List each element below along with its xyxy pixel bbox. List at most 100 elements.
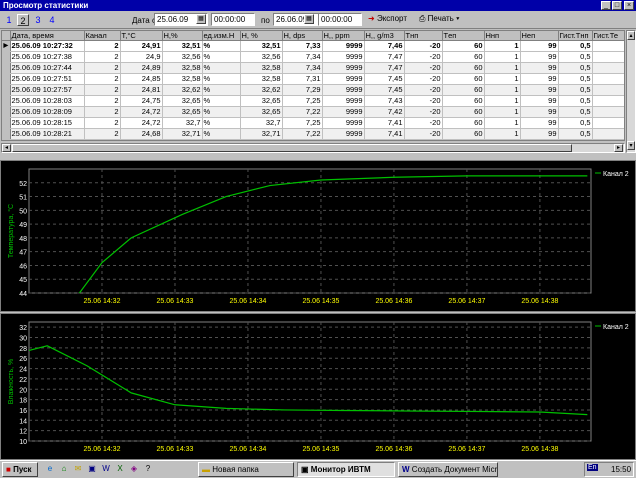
humidity-chart: 10 12 14 16 18 20 22 24 26 28 30 32 25.06 14:32 25.06… (0, 313, 636, 460)
table-cell: 9999 (322, 40, 365, 52)
column-header[interactable]: T,°C (120, 31, 163, 41)
row-indicator[interactable]: ▶ (2, 40, 11, 52)
row-indicator[interactable] (2, 106, 11, 118)
table-cell: 32,51 (240, 40, 283, 52)
table-cell: 7,47 (364, 62, 405, 74)
task-new-folder[interactable]: ▬ Новая папка (198, 462, 294, 477)
column-header[interactable]: H, dps (282, 31, 323, 41)
table-cell: 32,56 (162, 51, 203, 63)
x-tick-label: 25.06 14:33 (156, 298, 193, 305)
table-cell: 7,47 (364, 51, 405, 63)
table-row[interactable]: 25.06.09 10:28:21 2 24,68 32,71% 32,71 7,22 99… (2, 128, 624, 140)
calendar-icon[interactable]: ▦ (196, 14, 206, 24)
scroll-right-icon[interactable]: ▸ (614, 144, 623, 152)
task-label: Создать Документ Micros... (411, 465, 498, 474)
table-cell: % (202, 84, 241, 96)
column-header[interactable]: Tнп (404, 31, 443, 41)
scroll-left-icon[interactable]: ◂ (2, 144, 11, 152)
task-monitor-ivtm[interactable]: ▣ Монитор ИВТМ (297, 462, 395, 477)
column-header[interactable]: H, % (240, 31, 283, 41)
time-to-field[interactable]: 00:00:00 (318, 13, 362, 26)
table-row[interactable]: ▶ 25.06.09 10:27:32 2 24,91 32,51% 32,51 7,33 9… (2, 40, 624, 52)
table-row[interactable]: 25.06.09 10:27:38 2 24,9 32,56% 32,56 7,34 999… (2, 51, 624, 63)
print-button[interactable]: ⎙ Печать ▾ (416, 13, 464, 27)
calendar-icon[interactable]: ▦ (304, 14, 314, 24)
close-button[interactable]: × (624, 1, 634, 10)
table-cell (592, 95, 624, 107)
table-cell: 7,22 (282, 106, 323, 118)
start-button[interactable]: ■ Пуск (2, 462, 38, 477)
page-tab-3[interactable]: 3 (32, 14, 44, 26)
system-tray: En 15:50 (584, 462, 634, 477)
row-indicator[interactable] (2, 128, 11, 140)
quick-launch-icon[interactable]: ⌂ (58, 463, 70, 475)
scroll-up-icon[interactable]: ▴ (627, 31, 635, 40)
language-indicator[interactable]: En (587, 464, 598, 471)
column-header[interactable]: Гист.Те (592, 31, 624, 41)
column-header[interactable]: Дата, время (10, 31, 85, 41)
column-header[interactable]: Hеп (520, 31, 559, 41)
scroll-thumb[interactable] (12, 144, 572, 152)
table-cell: 25.06.09 10:28:09 (10, 106, 85, 118)
table-cell: 7,41 (364, 128, 405, 140)
minimize-button[interactable]: _ (601, 1, 611, 10)
column-header[interactable]: Гист.Tнп (558, 31, 593, 41)
export-icon: ➜ (368, 14, 375, 23)
table-row[interactable]: 25.06.09 10:28:09 2 24,72 32,65% 32,65 7,22 99… (2, 106, 624, 118)
y-tick-label: 26 (19, 356, 27, 363)
plot-area (28, 168, 592, 294)
task-word-document[interactable]: W Создать Документ Micros... (398, 462, 498, 477)
column-header[interactable]: H,, ppm (322, 31, 365, 41)
statistics-table[interactable]: Дата, время Канал T,°C H,% ед.изм.H H, % H, dp… (1, 30, 625, 141)
column-header[interactable]: Hнп (484, 31, 521, 41)
row-indicator[interactable] (2, 73, 11, 85)
page-tab-1[interactable]: 1 (3, 14, 15, 26)
time-from-field[interactable]: 00:00:00 (211, 13, 255, 26)
column-header[interactable]: H,% (162, 31, 203, 41)
vertical-scrollbar[interactable]: ▴ ▾ (626, 30, 636, 153)
date-to-value: 26.06.09 (276, 15, 308, 24)
column-header[interactable]: H,, g/m3 (364, 31, 405, 41)
table-row[interactable]: 25.06.09 10:28:03 2 24,75 32,65% 32,65 7,25 99… (2, 95, 624, 107)
quick-launch-icon[interactable]: ✉ (72, 463, 84, 475)
scroll-down-icon[interactable]: ▾ (627, 141, 635, 150)
table-row[interactable]: 25.06.09 10:27:57 2 24,81 32,62% 32,62 7,29 99… (2, 84, 624, 96)
table-cell: 0,5 (558, 62, 593, 74)
row-indicator[interactable] (2, 51, 11, 63)
time-from-value: 00:00:00 (214, 15, 246, 24)
row-indicator[interactable] (2, 117, 11, 129)
quick-launch-icon[interactable]: e (44, 463, 56, 475)
column-header[interactable]: ед.изм.H (202, 31, 241, 41)
table-row[interactable]: 25.06.09 10:28:15 2 24,72 32,7% 32,7 7,25 9999… (2, 117, 624, 129)
table-cell: 24,85 (120, 73, 163, 85)
row-indicator[interactable] (2, 95, 11, 107)
row-indicator[interactable] (2, 62, 11, 74)
horizontal-scrollbar[interactable]: ◂ ▸ (1, 143, 625, 153)
table-cell: 2 (84, 106, 121, 118)
quick-launch-icon[interactable]: ? (142, 463, 154, 475)
table-row[interactable]: 25.06.09 10:27:51 2 24,85 32,58% 32,58 7,31 99… (2, 73, 624, 85)
quick-launch-icon[interactable]: ▣ (86, 463, 98, 475)
maximize-button[interactable]: □ (612, 1, 622, 10)
quick-launch-icon[interactable]: W (100, 463, 112, 475)
y-tick-label: 20 (19, 387, 27, 394)
quick-launch-icon[interactable]: ◈ (128, 463, 140, 475)
word-icon: W (402, 465, 410, 474)
quick-launch-icon[interactable]: X (114, 463, 126, 475)
table-cell: 7,33 (282, 40, 323, 52)
export-button[interactable]: ➜ Экспорт (365, 13, 415, 27)
page-tab-4[interactable]: 4 (46, 14, 58, 26)
temperature-chart-svg: 44 45 46 47 48 49 50 51 52 25.06 14:32 25.06 14:33… (7, 168, 629, 305)
page-tab-2[interactable]: 2 (17, 14, 29, 26)
column-header[interactable]: Канал (84, 31, 121, 41)
x-tick-label: 25.06 14:37 (448, 446, 485, 453)
table-cell: 60 (442, 128, 485, 140)
row-indicator[interactable] (2, 84, 11, 96)
x-tick-label: 25.06 14:34 (229, 446, 266, 453)
table-cell: 0,5 (558, 117, 593, 129)
column-header[interactable]: Tеп (442, 31, 485, 41)
table-cell: -20 (404, 117, 443, 129)
table-row[interactable]: 25.06.09 10:27:44 2 24,89 32,58% 32,58 7,34 99… (2, 62, 624, 74)
table-cell: 32,65 (240, 106, 283, 118)
table-cell: 60 (442, 106, 485, 118)
